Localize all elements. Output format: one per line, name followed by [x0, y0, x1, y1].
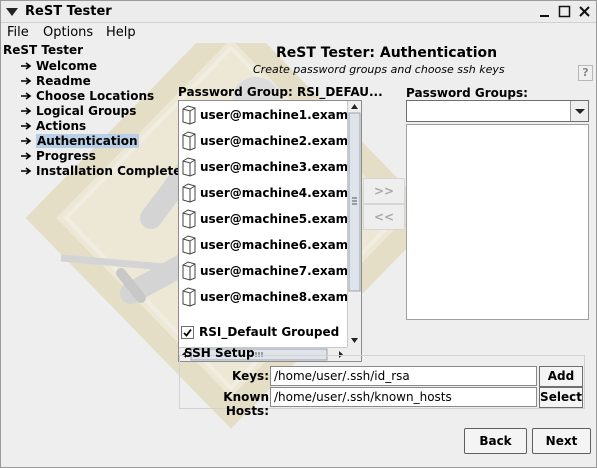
list-item[interactable]: user@machine4.exampl — [181, 180, 351, 206]
nav-root: ReST Tester — [3, 43, 84, 57]
add-to-group-button[interactable]: >> — [363, 178, 405, 204]
next-button[interactable]: Next — [532, 428, 591, 454]
arrow-right-icon — [21, 61, 32, 70]
wizard-content: ReST Tester Welcome Readme Choose Locati… — [1, 43, 596, 467]
list-item[interactable]: user@machine8.exampl — [181, 284, 351, 310]
menu-options[interactable]: Options — [43, 25, 93, 40]
list-item[interactable]: user@machine3.exampl — [181, 154, 351, 180]
nav-item-label: Choose Locations — [36, 88, 155, 103]
document-icon — [182, 105, 196, 125]
chevron-down-icon — [575, 109, 585, 114]
arrow-right-icon — [21, 166, 32, 175]
document-icon — [182, 261, 196, 281]
list-item[interactable]: user@machine5.exampl — [181, 206, 351, 232]
arrow-right-icon — [21, 91, 32, 100]
remove-from-group-button[interactable]: << — [363, 204, 405, 230]
nav-item-actions[interactable]: Actions — [21, 118, 86, 133]
checkmark-icon — [183, 328, 192, 337]
nav-item-label: Readme — [36, 73, 91, 88]
list-item-label: user@machine4.exampl — [200, 186, 351, 200]
nav-item-label: Authentication — [36, 133, 139, 148]
nav-item-label: Actions — [36, 118, 87, 133]
list-item-label: user@machine1.exampl — [200, 108, 351, 122]
window-title: ReST Tester — [25, 4, 112, 19]
password-groups-select[interactable] — [406, 100, 589, 122]
vertical-scrollbar[interactable] — [347, 101, 361, 347]
nav-item-logical-groups[interactable]: Logical Groups — [21, 103, 136, 118]
known-hosts-field[interactable]: /home/user/.ssh/known_hosts — [270, 387, 537, 407]
known-hosts-label: Known Hosts: — [223, 390, 269, 418]
maximize-icon[interactable] — [557, 4, 573, 20]
list-item-label: user@machine3.exampl — [200, 160, 351, 174]
document-icon — [182, 157, 196, 177]
nav-item-choose-locations[interactable]: Choose Locations — [21, 88, 154, 103]
list-item-label: user@machine2.exampl — [200, 134, 351, 148]
list-item[interactable]: user@machine6.exampl — [181, 232, 351, 258]
menu-help[interactable]: Help — [106, 25, 136, 40]
vertical-scrollbar-graphic — [348, 104, 361, 343]
select-hosts-button[interactable]: Select — [539, 387, 583, 408]
triangle-down-icon[interactable] — [6, 7, 18, 17]
list-item-label: user@machine5.exampl — [200, 212, 351, 226]
document-icon — [182, 209, 196, 229]
nav-item-label: Logical Groups — [36, 103, 137, 118]
combo-arrow[interactable] — [570, 101, 588, 121]
keys-field[interactable]: /home/user/.ssh/id_rsa — [270, 366, 537, 386]
arrow-right-icon — [21, 106, 32, 115]
grouped-checkbox-row[interactable]: RSI_Default Grouped — [181, 325, 339, 339]
menu-file[interactable]: File — [7, 25, 29, 40]
list-item[interactable]: user@machine7.exampl — [181, 258, 351, 284]
nav-item-welcome[interactable]: Welcome — [21, 58, 97, 73]
password-group-list[interactable]: user@machine1.exampl user@machine2.examp… — [178, 100, 362, 362]
list-item-label: user@machine8.exampl — [200, 290, 351, 304]
minimize-icon[interactable] — [537, 4, 553, 20]
back-button[interactable]: Back — [464, 428, 527, 454]
page-subtitle: Create password groups and choose ssh ke… — [253, 63, 505, 76]
arrow-right-icon — [21, 136, 32, 145]
arrow-right-icon — [21, 76, 32, 85]
document-icon — [182, 235, 196, 255]
document-icon — [182, 183, 196, 203]
menu-bar: File Options Help — [1, 23, 596, 43]
list-item[interactable]: user@machine1.exampl — [181, 102, 351, 128]
app-window: ReST Tester File Options Help ReST Teste… — [0, 0, 597, 468]
list-item[interactable]: user@machine2.exampl — [181, 128, 351, 154]
ssh-setup-title: SSH Setup — [184, 346, 255, 360]
title-bar: ReST Tester — [1, 1, 596, 23]
nav-item-progress[interactable]: Progress — [21, 148, 96, 163]
grouped-checkbox-label: RSI_Default Grouped — [199, 325, 340, 339]
keys-label: Keys: — [232, 369, 269, 383]
password-groups-list[interactable] — [406, 124, 589, 320]
list-item-label: user@machine6.exampl — [200, 238, 351, 252]
grouped-checkbox[interactable] — [181, 325, 194, 339]
nav-item-label: Welcome — [36, 58, 98, 73]
nav-item-label: Installation Complete — [36, 163, 182, 178]
close-icon[interactable] — [577, 4, 593, 20]
document-icon — [182, 131, 196, 151]
add-key-button[interactable]: Add — [539, 366, 583, 387]
help-button[interactable]: ? — [578, 65, 593, 81]
nav-item-label: Progress — [36, 148, 96, 163]
page-title: ReST Tester: Authentication — [276, 45, 498, 61]
nav-item-readme[interactable]: Readme — [21, 73, 91, 88]
arrow-right-icon — [21, 121, 32, 130]
password-groups-label: Password Groups: — [406, 86, 528, 100]
list-item-label: user@machine7.exampl — [200, 264, 351, 278]
document-icon — [182, 287, 196, 307]
nav-item-installation-complete[interactable]: Installation Complete — [21, 163, 181, 178]
password-group-label: Password Group: RSI_DEFAU... — [178, 85, 383, 99]
arrow-right-icon — [21, 151, 32, 160]
nav-item-authentication[interactable]: Authentication — [21, 133, 139, 148]
